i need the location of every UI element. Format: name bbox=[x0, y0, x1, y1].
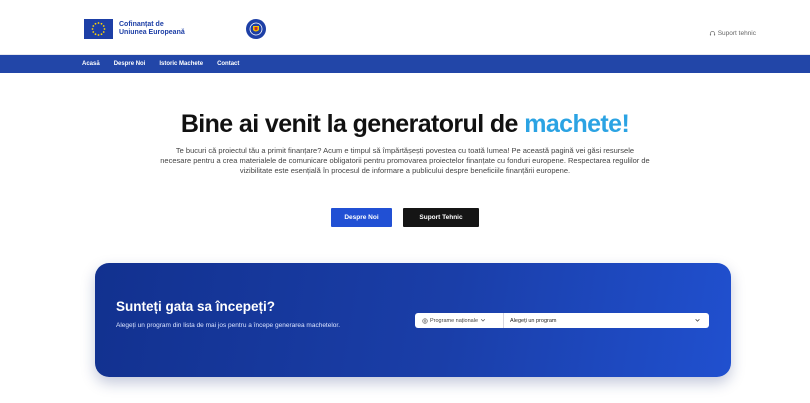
program-select[interactable]: Alegeți un program bbox=[504, 313, 709, 328]
cta-subtitle: Alegeți un program din lista de mai jos … bbox=[116, 322, 341, 329]
chevron-down-icon bbox=[695, 318, 700, 322]
eu-logo-line1: Cofinanțat de bbox=[119, 21, 164, 28]
get-started-panel: Sunteți gata sa începeți? Alegeți un pro… bbox=[95, 263, 731, 377]
program-select-placeholder: Alegeți un program bbox=[510, 317, 557, 324]
page-title-accent: machete! bbox=[524, 110, 630, 138]
page-title-main: Bine ai venit la generatorul de bbox=[180, 110, 525, 138]
government-emblem-icon[interactable] bbox=[246, 19, 266, 39]
eu-flag-icon bbox=[84, 19, 113, 39]
nav-item-contact[interactable]: Contact bbox=[217, 61, 239, 67]
support-label: Suport tehnic bbox=[717, 30, 756, 37]
main-navigation: Acasă Despre Noi Istoric Machete Contact bbox=[0, 55, 810, 73]
page-title: Bine ai venit la generatorul de machete! bbox=[0, 110, 810, 139]
headset-icon bbox=[709, 31, 715, 36]
program-category-value: Programe naționale bbox=[430, 317, 479, 324]
cta-title: Sunteți gata sa începeți? bbox=[116, 299, 276, 314]
about-button[interactable]: Despre Noi bbox=[331, 208, 392, 227]
top-header: Cofinanțat de Uniunea Europeană Suport t… bbox=[0, 0, 810, 55]
globe-icon bbox=[422, 317, 428, 324]
program-selector: Programe naționale Alegeți un program bbox=[415, 313, 709, 328]
eu-logo-line2: Uniunea Europeană bbox=[119, 29, 185, 36]
hero-description: Te bucuri că proiectul tău a primit fina… bbox=[160, 146, 650, 175]
nav-item-history[interactable]: Istoric Machete bbox=[159, 61, 203, 67]
nav-item-home[interactable]: Acasă bbox=[82, 61, 100, 67]
eu-cofinancing-logo[interactable]: Cofinanțat de Uniunea Europeană bbox=[84, 19, 185, 39]
hero-buttons: Despre Noi Suport Tehnic bbox=[0, 208, 810, 227]
program-category-select[interactable]: Programe naționale bbox=[415, 313, 504, 328]
technical-support-button[interactable]: Suport Tehnic bbox=[403, 208, 479, 227]
support-link[interactable]: Suport tehnic bbox=[709, 30, 756, 37]
eu-logo-text: Cofinanțat de Uniunea Europeană bbox=[119, 21, 185, 37]
chevron-down-icon bbox=[480, 319, 486, 322]
nav-item-about[interactable]: Despre Noi bbox=[114, 61, 146, 67]
